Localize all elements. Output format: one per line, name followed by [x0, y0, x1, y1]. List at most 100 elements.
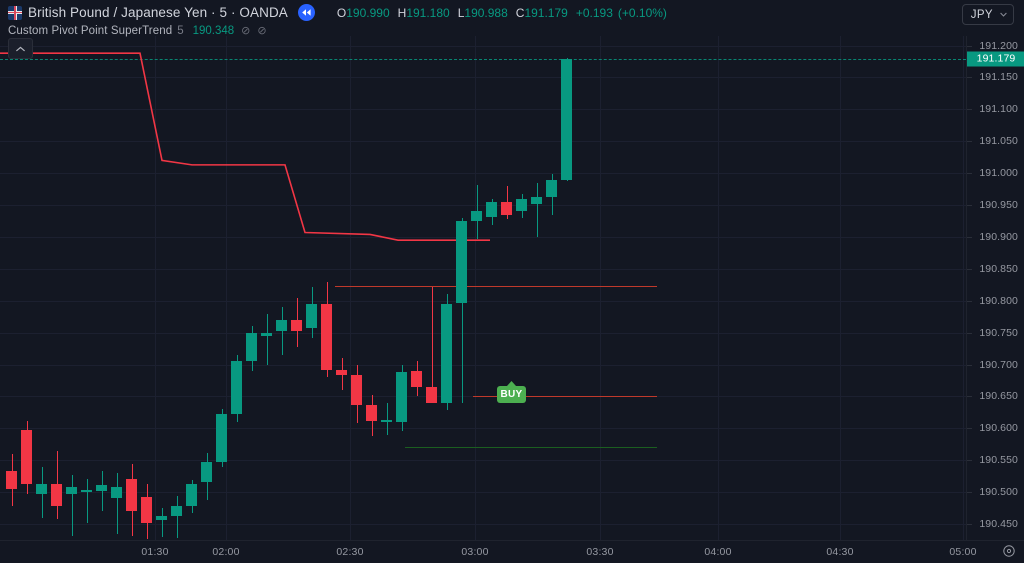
price-axis[interactable]: 191.200 191.150 191.100 191.050 191.000 190.9… [966, 36, 1024, 540]
time-tick-label: 05:00 [949, 546, 977, 558]
candle-body [426, 386, 437, 403]
candle-body [276, 319, 287, 332]
currency-selector[interactable]: JPY [961, 4, 1014, 25]
candle-wick [266, 313, 268, 365]
candle-body [306, 303, 317, 328]
price-tick-mark [967, 492, 972, 494]
price-tick-label: 190.950 [979, 199, 1018, 212]
candle-wick [86, 479, 88, 523]
candle-body [396, 372, 407, 422]
candle-wick [176, 495, 178, 539]
chevron-up-icon[interactable] [8, 38, 33, 59]
low-value: 190.988 [464, 5, 508, 20]
candle-body [51, 483, 62, 507]
candle-wick [116, 473, 118, 534]
chart-legend: British Pound / Japanese Yen · 5 · OANDA… [0, 0, 1024, 39]
candle-body [261, 333, 272, 336]
price-tick-mark [967, 524, 972, 526]
candle-body [501, 201, 512, 215]
price-tick-label: 190.850 [979, 262, 1018, 275]
high-label: H [397, 5, 407, 20]
candle-body [561, 58, 572, 180]
price-tick-mark [967, 364, 972, 366]
candle-body [141, 496, 152, 524]
price-tick-mark [967, 77, 972, 79]
close-value: 191.179 [524, 5, 568, 20]
price-tick-label: 190.500 [979, 486, 1018, 499]
indicator-value: 190.348 [192, 25, 235, 37]
price-tick-label: 191.200 [979, 39, 1018, 52]
price-tick-label: 190.800 [979, 294, 1018, 307]
candle-body [21, 429, 32, 485]
price-tick-mark [967, 45, 972, 47]
candle-body [126, 479, 137, 512]
price-tick-mark [967, 460, 972, 462]
open-value: 190.990 [346, 5, 390, 20]
candle-wick [101, 471, 103, 512]
price-tick-label: 190.450 [979, 518, 1018, 531]
price-tick-mark [967, 236, 972, 238]
price-tick-mark [967, 173, 972, 175]
high-value: 191.180 [406, 5, 450, 20]
candle-body [186, 483, 197, 507]
candle-wick [536, 182, 538, 237]
candle-body [531, 197, 542, 204]
supertrend-polyline [0, 52, 490, 241]
price-tick-mark [967, 268, 972, 270]
time-tick-label: 03:30 [586, 546, 614, 558]
price-tick-mark [967, 300, 972, 302]
time-axis[interactable]: 01:30 02:00 02:30 03:00 03:30 04:00 04:30 05:00 [0, 540, 1024, 561]
candle-body [456, 221, 467, 304]
currency-label: JPY [970, 8, 993, 21]
price-change: +0.193 [575, 5, 613, 20]
price-change-percent: (+0.10%) [617, 5, 667, 20]
price-tick-label: 190.550 [979, 454, 1018, 467]
chart-pane[interactable]: BUY [0, 36, 966, 540]
price-tick-label: 190.750 [979, 326, 1018, 339]
candle-body [351, 375, 362, 405]
ohlc-values: O 190.990 H 191.180 L 190.988 C 191.179 … [337, 6, 667, 20]
price-tick-label: 190.700 [979, 358, 1018, 371]
candle-body [6, 471, 17, 489]
indicator-name[interactable]: Custom Pivot Point SuperTrend [8, 25, 172, 37]
candle-body [201, 461, 212, 482]
price-tick-label: 190.600 [979, 422, 1018, 435]
symbol-legend-row: British Pound / Japanese Yen · 5 · OANDA… [8, 3, 667, 22]
candle-body [96, 485, 107, 491]
price-tick-mark [967, 109, 972, 111]
candle-wick [431, 286, 433, 398]
indicator-length: 5 [177, 25, 184, 37]
candle-body [411, 370, 422, 387]
tradingview-chart-app: British Pound / Japanese Yen · 5 · OANDA… [0, 0, 1024, 561]
clock-settings-icon[interactable] [1002, 544, 1016, 558]
price-tick-label: 191.100 [979, 103, 1018, 116]
candle-body [321, 303, 332, 370]
price-tick-mark [967, 332, 972, 334]
price-tick-mark [967, 428, 972, 430]
time-tick-label: 02:30 [336, 546, 364, 558]
price-tick-mark [967, 141, 972, 143]
symbol-title[interactable]: British Pound / Japanese Yen · 5 · OANDA [28, 5, 288, 20]
close-label: C [515, 5, 525, 20]
low-label: L [457, 5, 465, 20]
indicator-legend-row[interactable]: Custom Pivot Point SuperTrend 5 190.348 … [8, 23, 267, 39]
candle-body [156, 516, 167, 520]
circle-slash-icon-2[interactable]: ⊘ [257, 25, 266, 37]
candle-body [366, 404, 377, 421]
replay-rewind-icon[interactable] [297, 4, 315, 21]
candle-body [171, 506, 182, 516]
chevron-down-icon [1000, 11, 1007, 19]
candle-body [246, 333, 257, 361]
buy-signal-marker[interactable]: BUY [497, 386, 526, 403]
circle-slash-icon[interactable]: ⊘ [241, 25, 250, 37]
time-tick-label: 04:00 [704, 546, 732, 558]
price-tick-mark [967, 205, 972, 207]
price-tick-label: 190.650 [979, 390, 1018, 403]
current-price-badge[interactable]: 191.179 [967, 51, 1024, 67]
price-tick-label: 191.050 [979, 135, 1018, 148]
candle-wick [386, 402, 388, 435]
candle-body [381, 420, 392, 422]
candle-body [291, 319, 302, 332]
time-tick-label: 04:30 [826, 546, 854, 558]
candle-body [546, 179, 557, 198]
